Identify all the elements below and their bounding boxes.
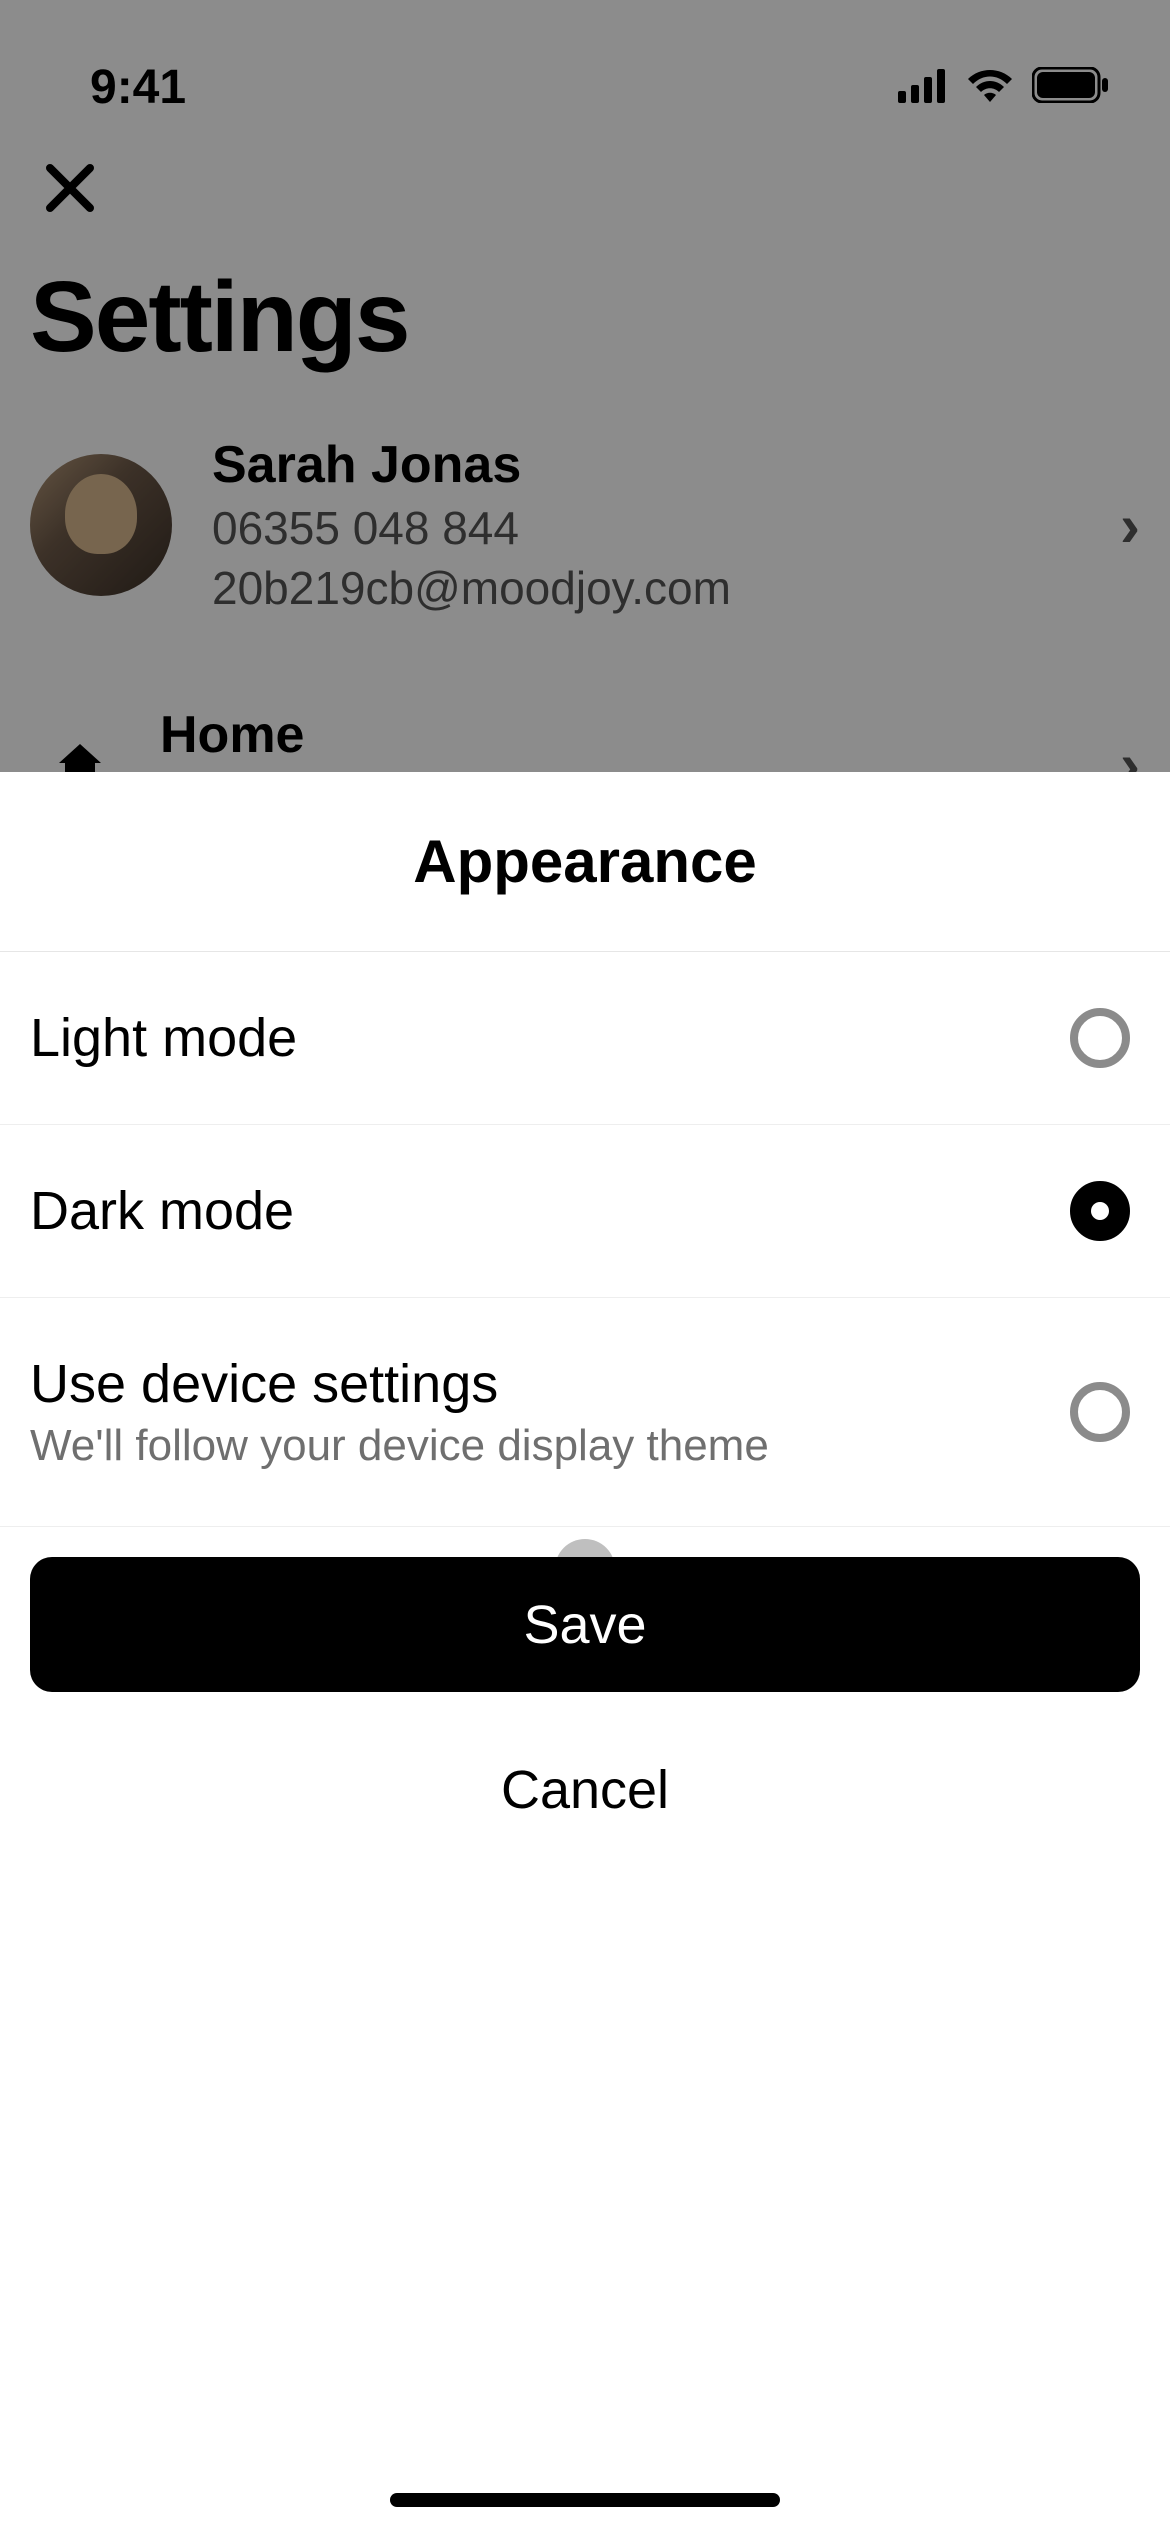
- option-dark-mode[interactable]: Dark mode: [0, 1125, 1170, 1298]
- radio-unselected-icon[interactable]: [1070, 1008, 1130, 1068]
- cancel-button[interactable]: Cancel: [30, 1722, 1140, 1857]
- option-label: Dark mode: [30, 1180, 294, 1242]
- save-button[interactable]: Save: [30, 1557, 1140, 1692]
- option-light-mode[interactable]: Light mode: [0, 952, 1170, 1125]
- option-subtitle: We'll follow your device display theme: [30, 1421, 769, 1471]
- option-device-settings[interactable]: Use device settings We'll follow your de…: [0, 1298, 1170, 1527]
- sheet-title: Appearance: [0, 772, 1170, 952]
- appearance-sheet: Appearance Light mode Dark mode Use devi…: [0, 772, 1170, 2532]
- radio-selected-icon[interactable]: [1070, 1181, 1130, 1241]
- option-label: Light mode: [30, 1007, 297, 1069]
- home-indicator[interactable]: [390, 2493, 780, 2507]
- radio-unselected-icon[interactable]: [1070, 1382, 1130, 1442]
- option-label: Use device settings: [30, 1353, 769, 1415]
